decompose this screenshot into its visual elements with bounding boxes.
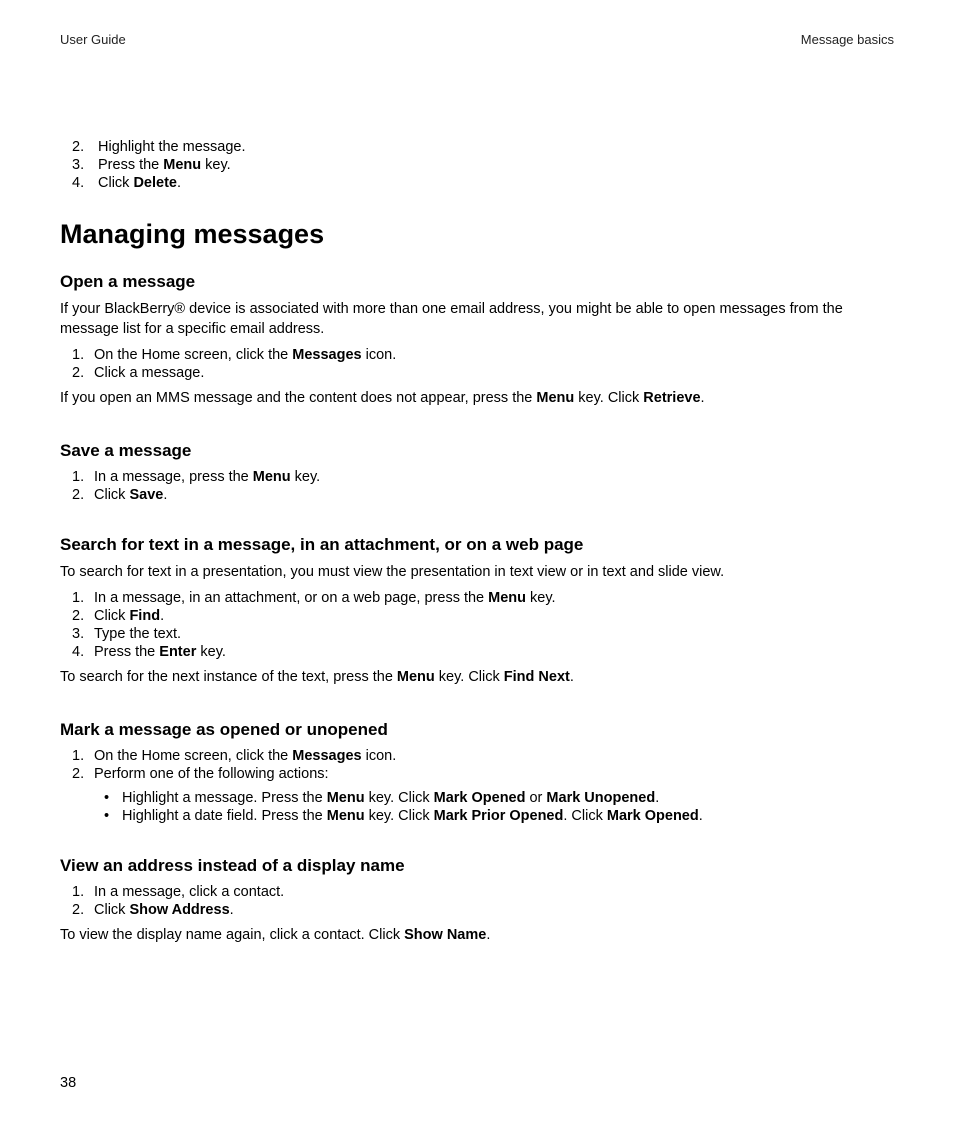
paragraph-search-intro: To search for text in a presentation, yo…: [60, 563, 894, 583]
list-item: 1.In a message, in an attachment, or on …: [60, 590, 894, 606]
paragraph-open-after: If you open an MMS message and the conte…: [60, 389, 894, 409]
list-item: 2.Perform one of the following actions:: [60, 766, 894, 782]
document-page: User Guide Message basics 2.Highlight th…: [0, 0, 954, 1145]
list-item: 2.Click a message.: [60, 365, 894, 381]
list-item: 1.In a message, press the Menu key.: [60, 469, 894, 485]
list-item: 2.Click Find.: [60, 608, 894, 624]
list-item: 4.Press the Enter key.: [60, 644, 894, 660]
paragraph-search-after: To search for the next instance of the t…: [60, 668, 894, 688]
steps-open-message: 1.On the Home screen, click the Messages…: [60, 347, 894, 381]
page-header: User Guide Message basics: [60, 32, 894, 47]
subheading-mark-message: Mark a message as opened or unopened: [60, 720, 894, 740]
list-item: Highlight a date field. Press the Menu k…: [104, 808, 894, 824]
steps-save-message: 1.In a message, press the Menu key. 2.Cli…: [60, 469, 894, 503]
list-item: 2.Click Show Address.: [60, 902, 894, 918]
list-item: Highlight a message. Press the Menu key.…: [104, 790, 894, 806]
steps-view-address: 1.In a message, click a contact. 2.Click …: [60, 884, 894, 918]
list-item: 2.Highlight the message.: [60, 139, 894, 155]
list-item: 1.On the Home screen, click the Messages…: [60, 347, 894, 363]
steps-search-text: 1.In a message, in an attachment, or on …: [60, 590, 894, 660]
sublist-mark-actions: Highlight a message. Press the Menu key.…: [104, 790, 894, 824]
subheading-search-text: Search for text in a message, in an atta…: [60, 535, 894, 555]
list-item: 1.In a message, click a contact.: [60, 884, 894, 900]
subheading-open-message: Open a message: [60, 272, 894, 292]
continued-steps-list: 2.Highlight the message. 3.Press the Menu…: [60, 139, 894, 191]
header-right: Message basics: [801, 32, 894, 47]
page-number: 38: [60, 1075, 76, 1091]
list-item: 3.Type the text.: [60, 626, 894, 642]
steps-mark-message: 1.On the Home screen, click the Messages…: [60, 748, 894, 782]
list-item: 2.Click Save.: [60, 487, 894, 503]
subheading-save-message: Save a message: [60, 441, 894, 461]
section-heading-managing-messages: Managing messages: [60, 219, 894, 250]
paragraph-open-intro: If your BlackBerry® device is associated…: [60, 300, 894, 339]
list-item: 3.Press the Menu key.: [60, 157, 894, 173]
list-item: 4.Click Delete.: [60, 175, 894, 191]
subheading-view-address: View an address instead of a display nam…: [60, 856, 894, 876]
header-left: User Guide: [60, 32, 126, 47]
paragraph-view-after: To view the display name again, click a …: [60, 926, 894, 946]
list-item: 1.On the Home screen, click the Messages…: [60, 748, 894, 764]
